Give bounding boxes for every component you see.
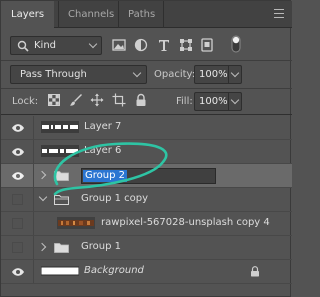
visibility-toggle[interactable] — [1, 116, 34, 139]
layer-row[interactable]: rawpixel-567028-unsplash copy 4 — [1, 212, 292, 236]
panel-menu-icon[interactable] — [274, 9, 284, 18]
shape-filter-icon[interactable] — [179, 38, 193, 52]
expand-caret-icon[interactable] — [37, 170, 47, 180]
layer-name-input[interactable]: Group 2 — [81, 168, 216, 184]
layer-row[interactable]: Group 1 copy — [1, 188, 292, 212]
fill-label: Fill: — [176, 96, 193, 107]
blend-mode-value: Pass Through — [20, 69, 87, 80]
layer-row[interactable]: Layer 7 — [1, 116, 292, 140]
layer-name: Group 1 — [81, 241, 121, 252]
chevron-down-icon — [88, 39, 98, 49]
layer-thumbnail — [41, 121, 79, 133]
layer-row[interactable]: Group 1 — [1, 236, 292, 260]
folder-icon — [54, 171, 69, 181]
lock-transparent-pixels-icon[interactable] — [47, 93, 61, 107]
chevron-down-icon — [132, 68, 142, 78]
filter-toggle-icon[interactable] — [230, 35, 242, 53]
visibility-toggle[interactable] — [1, 140, 34, 163]
opacity-field[interactable]: 100% — [194, 65, 242, 84]
fill-field[interactable]: 100% — [194, 92, 242, 111]
divider — [1, 60, 292, 61]
tab-layers[interactable]: Layers — [1, 1, 55, 29]
eye-icon — [12, 148, 24, 156]
tab-divider — [163, 1, 164, 28]
layer-thumbnail — [41, 145, 79, 157]
lock-artboard-icon[interactable] — [112, 93, 126, 107]
selected-name-text: Group 2 — [83, 170, 127, 182]
eye-icon — [12, 172, 24, 180]
expand-caret-icon[interactable] — [37, 242, 47, 252]
visibility-empty-box — [12, 242, 23, 253]
eye-icon — [12, 124, 24, 132]
lock-position-icon[interactable] — [90, 93, 104, 107]
layer-name: rawpixel-567028-unsplash copy 4 — [101, 217, 270, 228]
panel-tab-bar: Layers Channels Paths — [1, 1, 292, 29]
layer-row[interactable]: Layer 6 — [1, 140, 292, 164]
type-filter-icon[interactable] — [157, 38, 171, 52]
chevron-down-icon — [230, 95, 240, 105]
visibility-empty-box — [12, 218, 23, 229]
fill-value: 100% — [199, 96, 228, 107]
visibility-toggle[interactable] — [1, 188, 34, 211]
folder-icon — [54, 243, 69, 253]
eye-icon — [12, 268, 24, 276]
lock-all-icon[interactable] — [134, 93, 148, 107]
tab-paths[interactable]: Paths — [118, 1, 165, 28]
folder-open-icon — [54, 195, 69, 205]
visibility-toggle[interactable] — [1, 236, 34, 259]
smart-object-filter-icon[interactable] — [200, 38, 214, 52]
adjustment-filter-icon[interactable] — [134, 38, 148, 52]
opacity-label: Opacity: — [154, 69, 196, 80]
layer-name: Layer 7 — [84, 121, 122, 132]
opacity-value: 100% — [199, 69, 228, 80]
lock-image-pixels-icon[interactable] — [69, 93, 83, 107]
visibility-toggle[interactable] — [1, 164, 34, 187]
chevron-down-icon — [230, 68, 240, 78]
lock-icon[interactable] — [250, 266, 260, 277]
layer-thumbnail — [57, 217, 95, 229]
layer-name: Background — [84, 265, 144, 276]
layer-thumbnail — [41, 266, 79, 276]
blend-mode-select[interactable]: Pass Through — [10, 65, 147, 84]
image-filter-icon[interactable] — [112, 38, 126, 52]
filter-kind-label: Kind — [34, 40, 57, 51]
visibility-toggle[interactable] — [1, 260, 34, 283]
filter-kind-select[interactable]: Kind — [10, 36, 102, 55]
divider — [1, 88, 292, 89]
collapse-caret-icon[interactable] — [38, 192, 48, 202]
fill-dropdown[interactable] — [228, 93, 241, 110]
visibility-empty-box — [12, 194, 23, 205]
layer-row-selected[interactable]: Group 2 — [1, 164, 292, 188]
layer-name: Layer 6 — [84, 145, 122, 156]
layer-row[interactable]: Background — [1, 260, 292, 284]
layer-name: Group 1 copy — [81, 193, 149, 204]
search-icon — [17, 40, 29, 52]
opacity-dropdown[interactable] — [228, 66, 241, 83]
layers-list: Layer 7 Layer 6 Group 2 Group 1 copy raw… — [1, 115, 292, 297]
layers-panel: Layers Channels Paths Kind Pass Through … — [0, 0, 292, 297]
lock-label: Lock: — [12, 96, 39, 107]
tab-channels[interactable]: Channels — [58, 1, 124, 28]
visibility-toggle[interactable] — [1, 212, 34, 235]
